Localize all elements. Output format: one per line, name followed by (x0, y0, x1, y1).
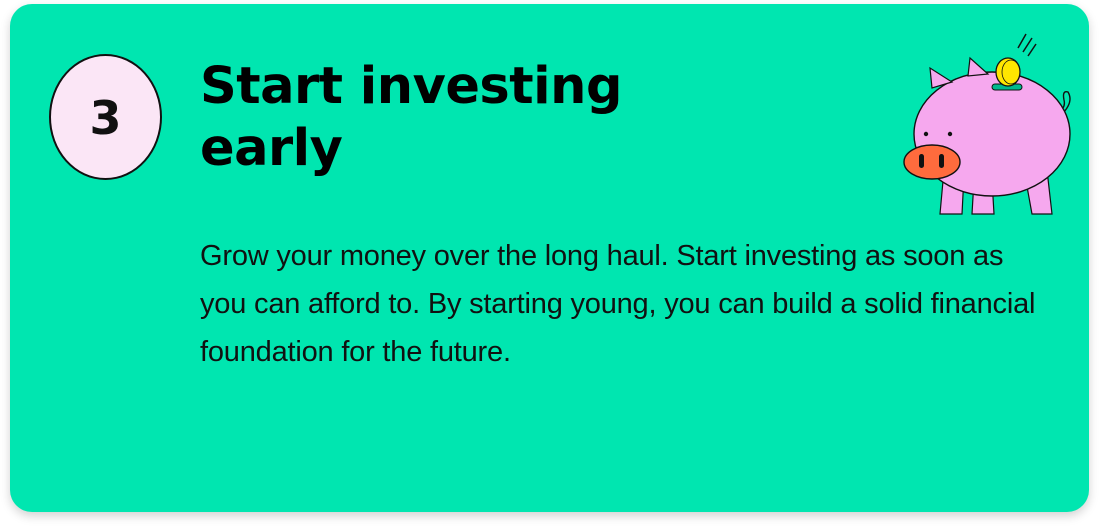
step-description: Grow your money over the long haul. Star… (200, 240, 1036, 368)
step-number-badge: 3 (49, 54, 162, 180)
step-title: Start investing early (200, 57, 622, 178)
step-card: 3 Start investing early Grow your money … (10, 4, 1089, 512)
step-number: 3 (89, 91, 122, 145)
piggy-bank-icon (903, 33, 1071, 215)
